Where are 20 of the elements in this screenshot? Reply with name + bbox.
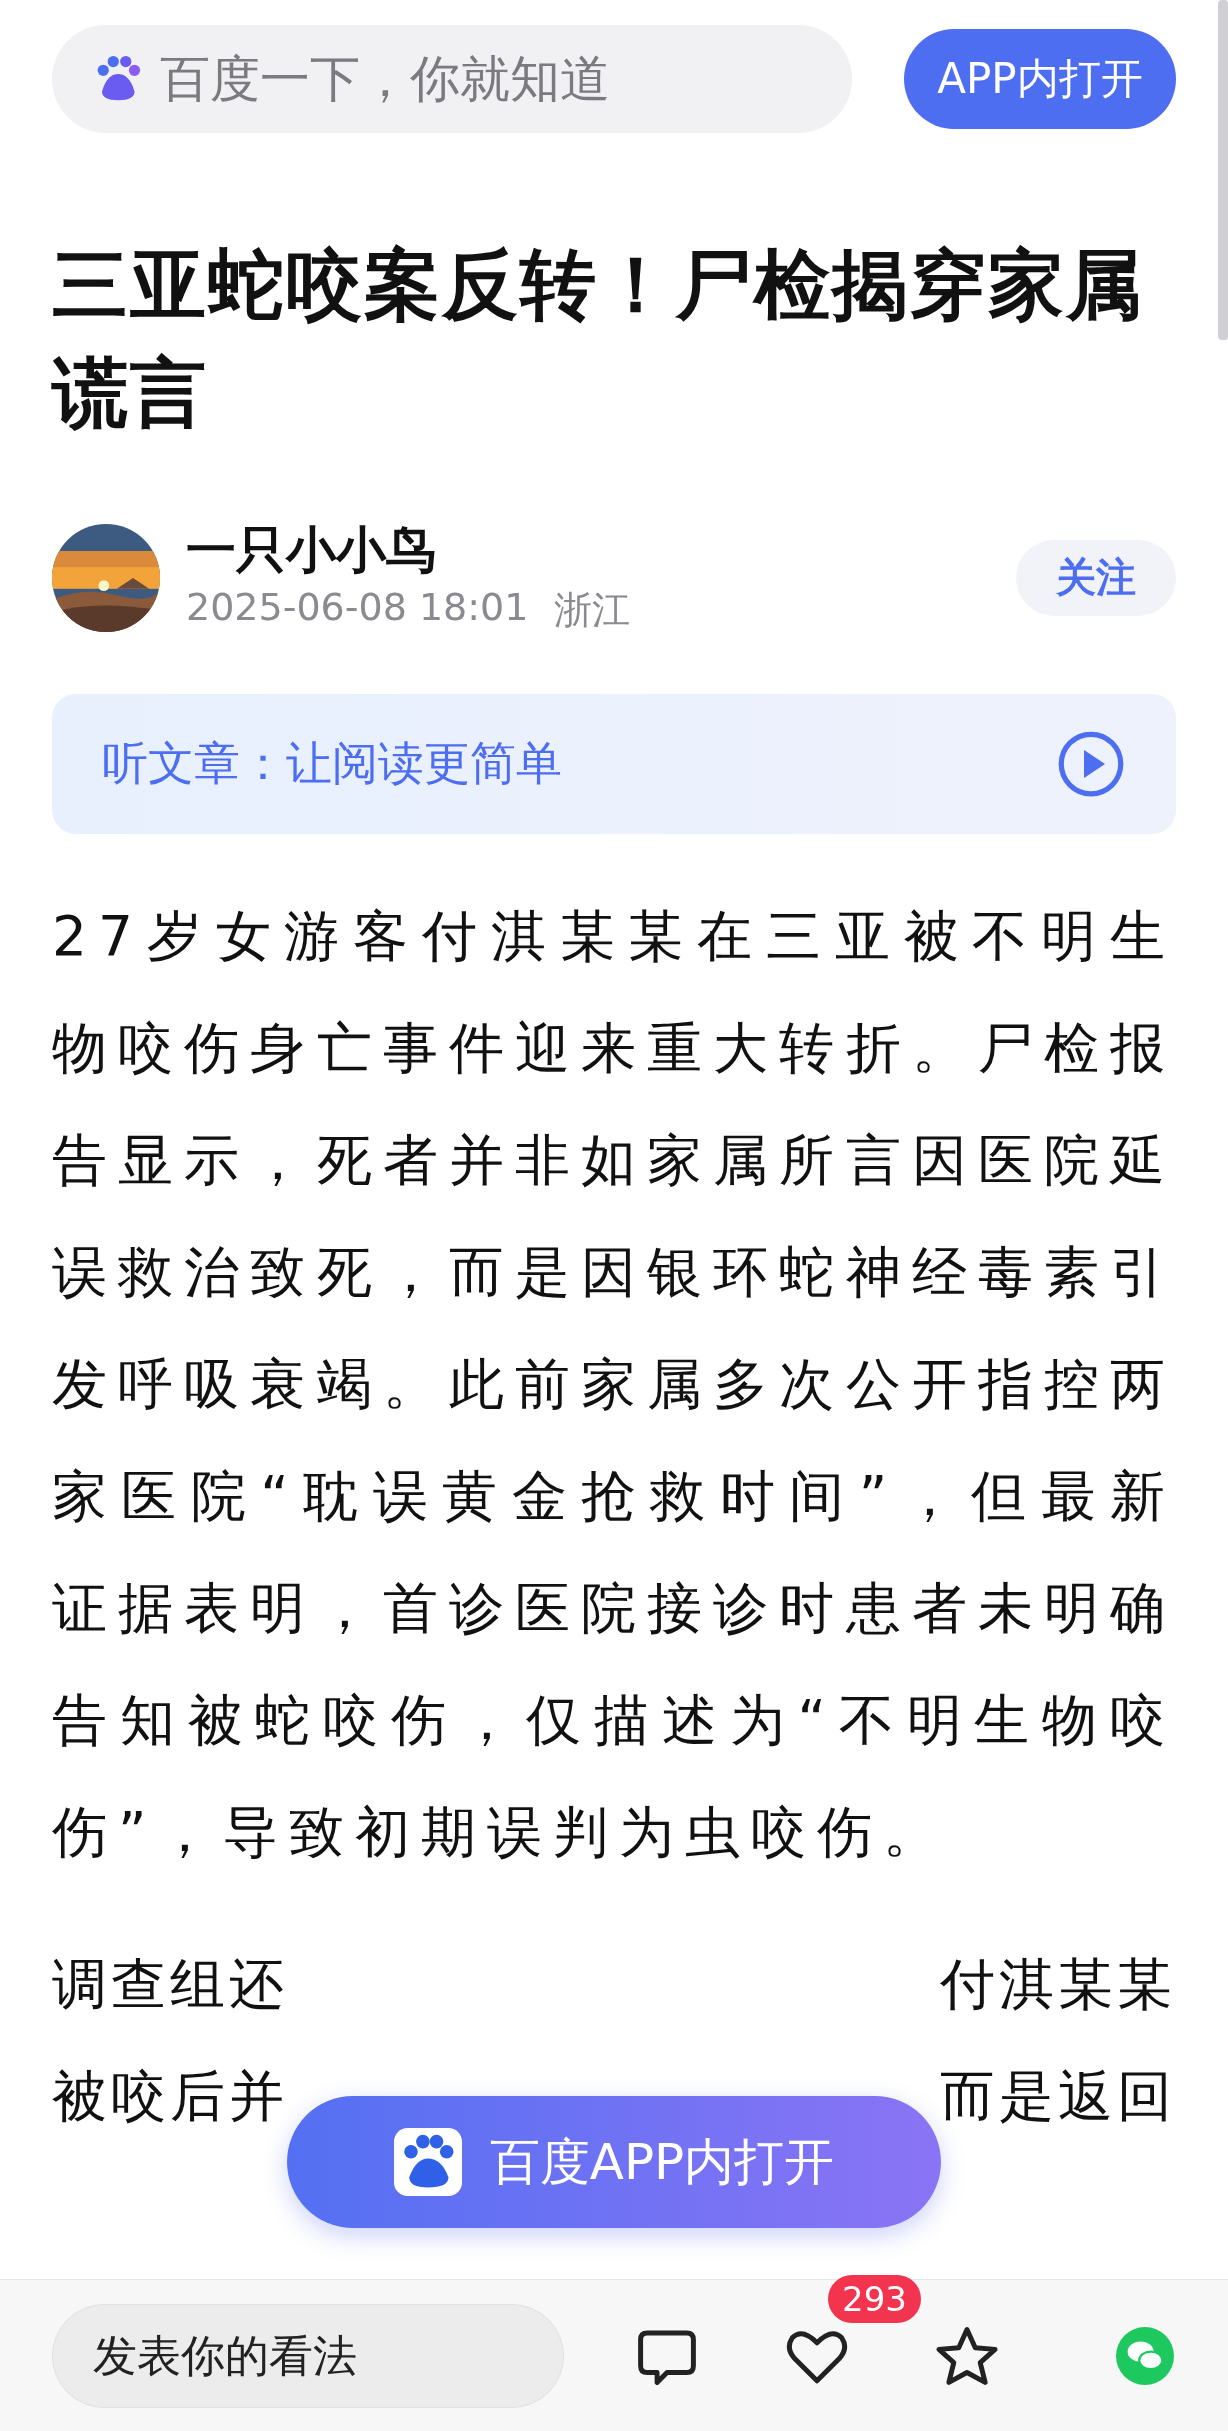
open-in-baidu-app-button[interactable]: 百度APP内打开 bbox=[287, 2096, 941, 2228]
search-field[interactable]: 百度一下，你就知道 bbox=[52, 25, 852, 133]
paragraph-fragment: 付淇某某 bbox=[940, 1951, 1176, 2018]
comment-field[interactable]: 发表你的看法 bbox=[52, 2303, 564, 2408]
paragraph-fragment: 而是返回 bbox=[940, 2063, 1176, 2130]
article-title: 三亚蛇咬案反转！尸检揭穿家属谎言 bbox=[52, 239, 1145, 439]
paragraph-fragment: 调查组还 bbox=[52, 1951, 288, 2018]
author-name[interactable]: 一只小小鸟 bbox=[186, 519, 1016, 581]
open-in-app-button[interactable]: APP内打开 bbox=[904, 29, 1176, 129]
article-paragraph: 27岁女游客付淇某某在三亚被不明生物咬伤身亡事件迎来重大转折。尸检报告显示，死者并非如家属所言因医院延误救治致死，而是因银环蛇神经毒素引发呼吸衰竭。此前家属多次公开指控两家医院“耽误黄金抢救时间”，但最新证据表明，首诊医院接诊时患者未明确告知被蛇咬伤，仅描述为“不明生物咬伤”，导致初期误判为虫咬伤。 bbox=[52, 903, 1176, 1866]
location: 浙江 bbox=[554, 587, 631, 634]
play-icon[interactable] bbox=[1056, 729, 1126, 799]
paw-logo-icon bbox=[393, 2128, 462, 2196]
listen-label: 听文章：让阅读更简单 bbox=[102, 735, 562, 792]
like-count-badge: 293 bbox=[828, 2274, 921, 2323]
scrollbar[interactable] bbox=[1218, 0, 1228, 340]
publish-date: 2025-06-08 18:01 bbox=[186, 585, 529, 631]
listen-article-bar[interactable]: 听文章：让阅读更简单 bbox=[52, 694, 1176, 834]
paragraph-fragment: 被咬后并 bbox=[52, 2063, 288, 2130]
follow-button[interactable]: 关注 bbox=[1016, 539, 1176, 616]
